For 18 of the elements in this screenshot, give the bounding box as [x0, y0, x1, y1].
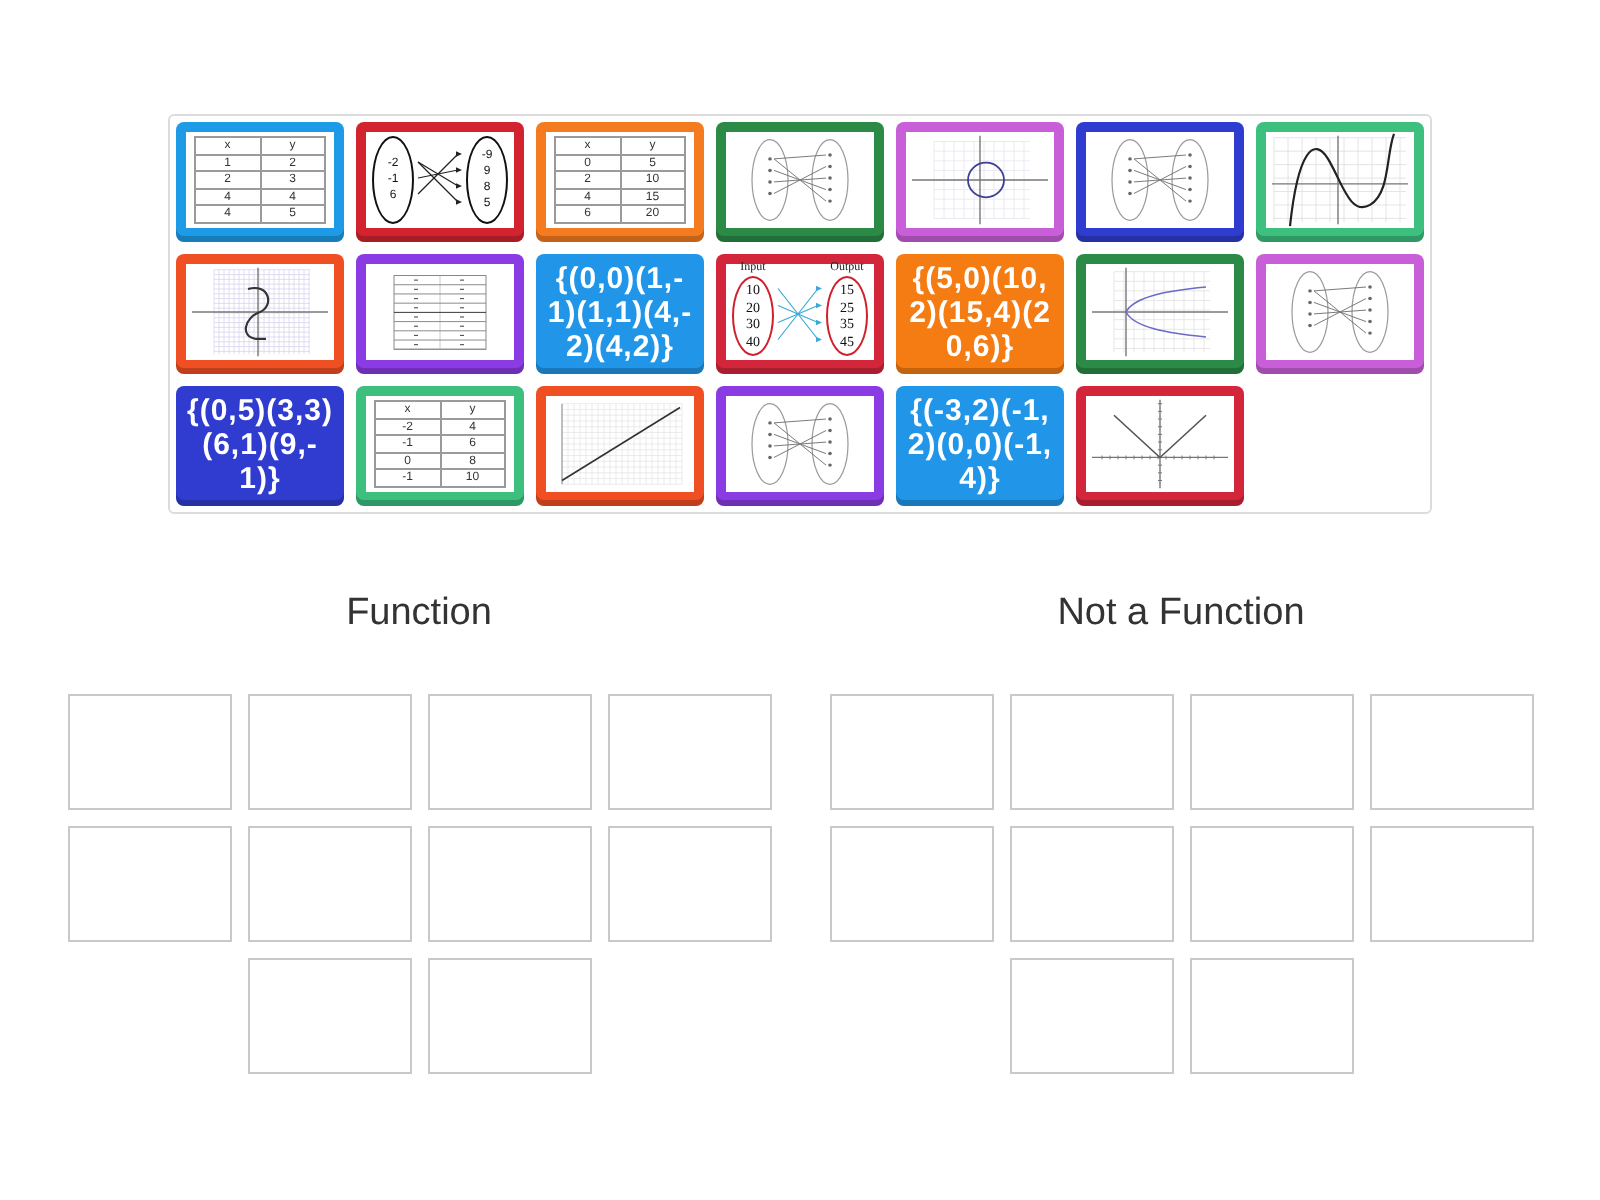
answer-card[interactable] [176, 254, 344, 374]
answer-card[interactable]: {(0,5)(3,3)(6,1)(9,-1)} [176, 386, 344, 506]
answer-card[interactable] [1256, 254, 1424, 374]
answer-card[interactable] [716, 122, 884, 242]
relation-set-text: {(0,0)(1,-1)(1,1)(4,-2)(4,2)} [545, 261, 695, 363]
answer-card[interactable] [1256, 122, 1424, 242]
answer-card[interactable] [1076, 122, 1244, 242]
answer-card[interactable] [896, 122, 1064, 242]
relation-set-text: {(5,0)(10,2)(15,4)(20,6)} [907, 261, 1053, 363]
relation-set-text: {(0,5)(3,3)(6,1)(9,-1)} [184, 393, 336, 495]
answer-card[interactable] [536, 386, 704, 506]
relation-set-text: {(-3,2)(-1,2)(0,0)(-1,4)} [905, 393, 1055, 495]
group-title: Function [346, 590, 492, 638]
answer-card[interactable] [1076, 254, 1244, 374]
group-title: Not a Function [1057, 590, 1305, 638]
answer-card[interactable] [716, 386, 884, 506]
answer-card[interactable] [1076, 386, 1244, 506]
answer-card[interactable] [356, 254, 524, 374]
